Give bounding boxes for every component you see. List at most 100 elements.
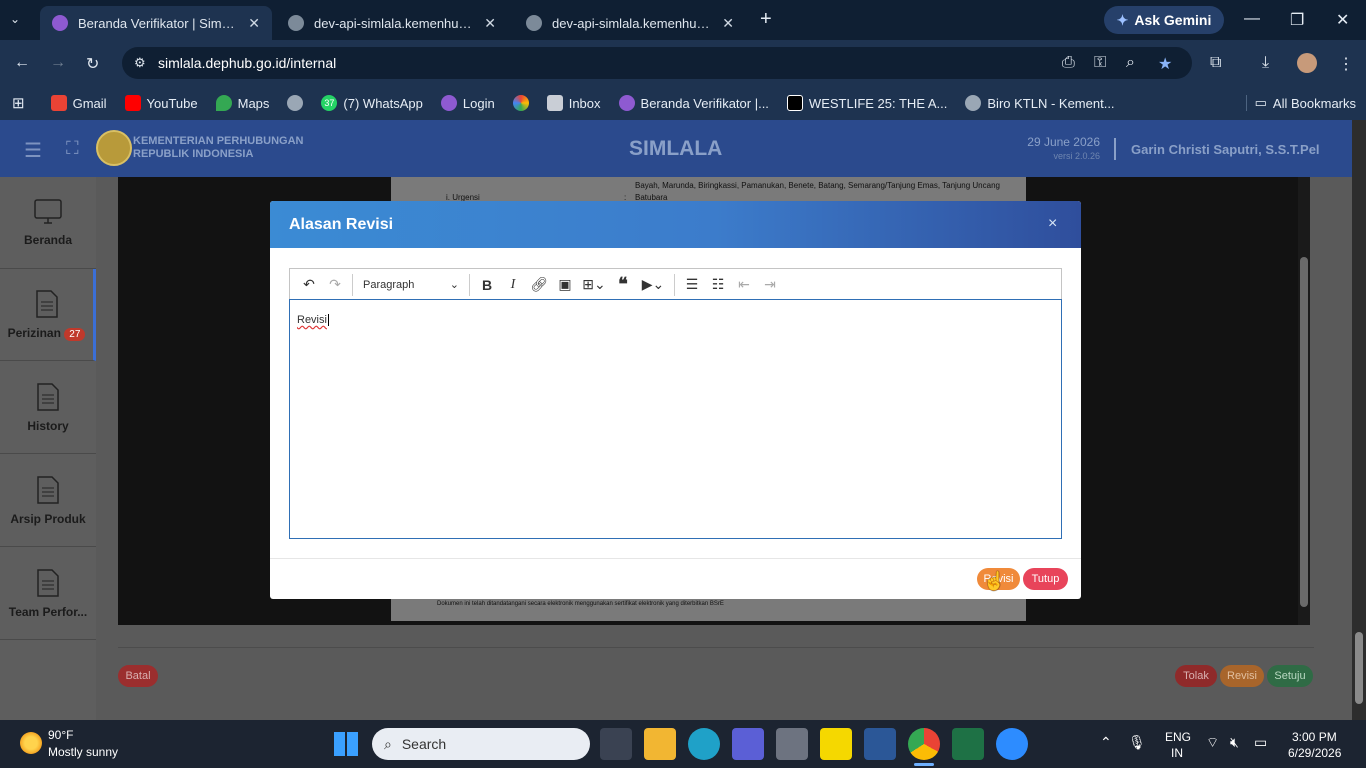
insert-table-icon[interactable]: ⊞⌄ — [578, 272, 610, 298]
batal-button[interactable]: Batal — [118, 665, 158, 687]
bookmark-westlife[interactable]: WESTLIFE 25: THE A... — [786, 95, 947, 111]
indent-icon[interactable]: ⇥ — [757, 272, 783, 298]
profile-avatar[interactable] — [1297, 53, 1317, 73]
bookmark-beranda[interactable]: Beranda Verifikator |... — [618, 95, 769, 111]
bookmark-globe[interactable] — [287, 95, 304, 111]
blockquote-icon[interactable]: ❝ — [610, 272, 636, 298]
ask-gemini-button[interactable]: ✦ Ask Gemini — [1104, 6, 1224, 34]
extensions-icon[interactable]: ⧉ — [1210, 54, 1221, 72]
password-key-icon[interactable]: ⚿ — [1094, 54, 1106, 72]
apps-grid-icon[interactable]: ⊞ — [12, 94, 25, 112]
taskbar-search[interactable]: ⌕ Search — [372, 728, 590, 760]
sidebar-item-beranda[interactable]: Beranda — [0, 177, 96, 269]
battery-icon[interactable]: ▭ — [1254, 734, 1267, 751]
fullscreen-icon[interactable]: ⛶ — [66, 138, 79, 159]
modal-tutup-button[interactable]: Tutup — [1023, 568, 1068, 590]
bookmark-photos[interactable] — [512, 95, 529, 111]
bookmark-inbox[interactable]: Inbox — [546, 95, 601, 111]
bookmark-login[interactable]: Login — [440, 95, 495, 111]
minimize-window-icon[interactable]: — — [1244, 10, 1260, 28]
tray-mic-icon[interactable]: 🎙︎ — [1128, 734, 1146, 751]
bold-icon[interactable]: B — [474, 272, 500, 298]
sidebar-item-perizinan[interactable]: Perizinan 27 — [0, 269, 96, 361]
doc-viewer-scrollbar[interactable] — [1298, 177, 1310, 625]
tolak-button[interactable]: Tolak — [1175, 665, 1217, 687]
chrome-active-indicator — [914, 763, 934, 766]
bookmark-label: Gmail — [72, 95, 107, 111]
italic-icon[interactable]: I — [500, 272, 526, 298]
page-scroll-thumb[interactable] — [1355, 632, 1363, 704]
doc-scroll-thumb[interactable] — [1300, 257, 1308, 607]
zoom-app-icon[interactable] — [996, 728, 1028, 760]
insert-media-icon[interactable]: ▶⌄ — [636, 272, 670, 298]
user-name[interactable]: Garin Christi Saputri, S.S.T.Pel — [1131, 142, 1320, 157]
forward-icon[interactable]: → — [50, 54, 66, 72]
paragraph-select-label: Paragraph — [363, 278, 415, 291]
modal-close-button[interactable]: × — [1048, 215, 1057, 233]
link-icon[interactable]: 🔗︎ — [526, 272, 552, 298]
wifi-icon[interactable]: ⌔ — [1206, 734, 1219, 752]
install-app-icon[interactable]: ⎙ — [1062, 54, 1075, 72]
page-scrollbar[interactable] — [1352, 120, 1366, 720]
camera-icon[interactable] — [776, 728, 808, 760]
outdent-icon[interactable]: ⇤ — [731, 272, 757, 298]
clock-date[interactable]: 6/29/2026 — [1288, 746, 1341, 760]
maximize-window-icon[interactable]: ❐ — [1290, 10, 1304, 30]
weather-temp[interactable]: 90°F — [48, 728, 73, 742]
excel-icon[interactable] — [952, 728, 984, 760]
close-window-icon[interactable]: ✕ — [1336, 10, 1349, 30]
revision-reason-editor[interactable]: Revisi — [289, 299, 1062, 539]
word-icon[interactable] — [864, 728, 896, 760]
sidebar-item-arsip-produk[interactable]: Arsip Produk — [0, 455, 96, 547]
new-tab-button[interactable]: + — [760, 8, 772, 31]
downloads-icon[interactable]: ⤓ — [1262, 54, 1269, 72]
reload-icon[interactable]: ↻ — [86, 54, 99, 74]
volume-muted-icon[interactable]: 🔇︎ — [1230, 734, 1239, 751]
address-bar[interactable]: ⚙ simlala.dephub.go.id/internal — [122, 47, 1192, 79]
bookmark-biro[interactable]: Biro KTLN - Kement... — [965, 95, 1115, 111]
tab-dev-api-2[interactable]: dev-api-simlala.kemenhub.go.id ✕ — [514, 6, 746, 40]
close-tab-icon[interactable]: ✕ — [722, 15, 734, 32]
content-divider — [118, 647, 1314, 648]
sidebar-item-history[interactable]: History — [0, 362, 96, 454]
setuju-button[interactable]: Setuju — [1267, 665, 1313, 687]
insert-image-icon[interactable]: ▣ — [552, 272, 578, 298]
file-explorer-icon[interactable] — [644, 728, 676, 760]
start-windows-icon[interactable] — [334, 732, 358, 756]
revisi-button[interactable]: Revisi — [1220, 665, 1264, 687]
hamburger-menu-icon[interactable]: ☰ — [24, 138, 42, 163]
redo-icon[interactable]: ↷ — [322, 272, 348, 298]
lang-line1[interactable]: ENG — [1165, 730, 1191, 744]
bookmark-star-icon[interactable]: ★ — [1158, 54, 1172, 74]
numbered-list-icon[interactable]: ☷ — [705, 272, 731, 298]
close-tab-icon[interactable]: ✕ — [484, 15, 496, 32]
edge-icon[interactable] — [688, 728, 720, 760]
back-icon[interactable]: ← — [14, 54, 30, 72]
undo-icon[interactable]: ↶ — [296, 272, 322, 298]
paragraph-select[interactable]: Paragraph ⌄ — [357, 272, 465, 298]
chrome-icon[interactable] — [908, 728, 940, 760]
bookmark-gmail[interactable]: Gmail — [50, 95, 107, 111]
all-bookmarks[interactable]: ▭ All Bookmarks — [1245, 95, 1356, 111]
zoom-icon[interactable]: ⌕ — [1126, 54, 1135, 72]
clock-time[interactable]: 3:00 PM — [1292, 730, 1337, 744]
site-info-icon[interactable]: ⚙ — [134, 55, 146, 71]
tray-chevron-icon[interactable]: ⌃ — [1100, 734, 1112, 751]
bookmark-maps[interactable]: Maps — [215, 95, 269, 111]
tab-dev-api-1[interactable]: dev-api-simlala.kemenhub.go.id ✕ — [276, 6, 508, 40]
sticky-notes-icon[interactable] — [820, 728, 852, 760]
ministry-logo — [96, 130, 132, 166]
sidebar-item-team-performance[interactable]: Team Perfor... — [0, 548, 96, 640]
bookmark-youtube[interactable]: YouTube — [124, 95, 198, 111]
bookmark-whatsapp[interactable]: 37 (7) WhatsApp — [321, 95, 423, 111]
weather-desc[interactable]: Mostly sunny — [48, 745, 118, 759]
menu-kebab-icon[interactable]: ⋮ — [1338, 54, 1354, 74]
document-icon — [37, 382, 59, 411]
tab-search-icon[interactable]: ⌄ — [10, 12, 20, 26]
bulleted-list-icon[interactable]: ☰ — [679, 272, 705, 298]
close-tab-icon[interactable]: ✕ — [248, 15, 260, 32]
copilot-icon[interactable] — [732, 728, 764, 760]
lang-line2[interactable]: IN — [1171, 746, 1183, 760]
task-view-icon[interactable] — [600, 728, 632, 760]
tab-beranda[interactable]: Beranda Verifikator | SimLala ✕ — [40, 6, 272, 40]
